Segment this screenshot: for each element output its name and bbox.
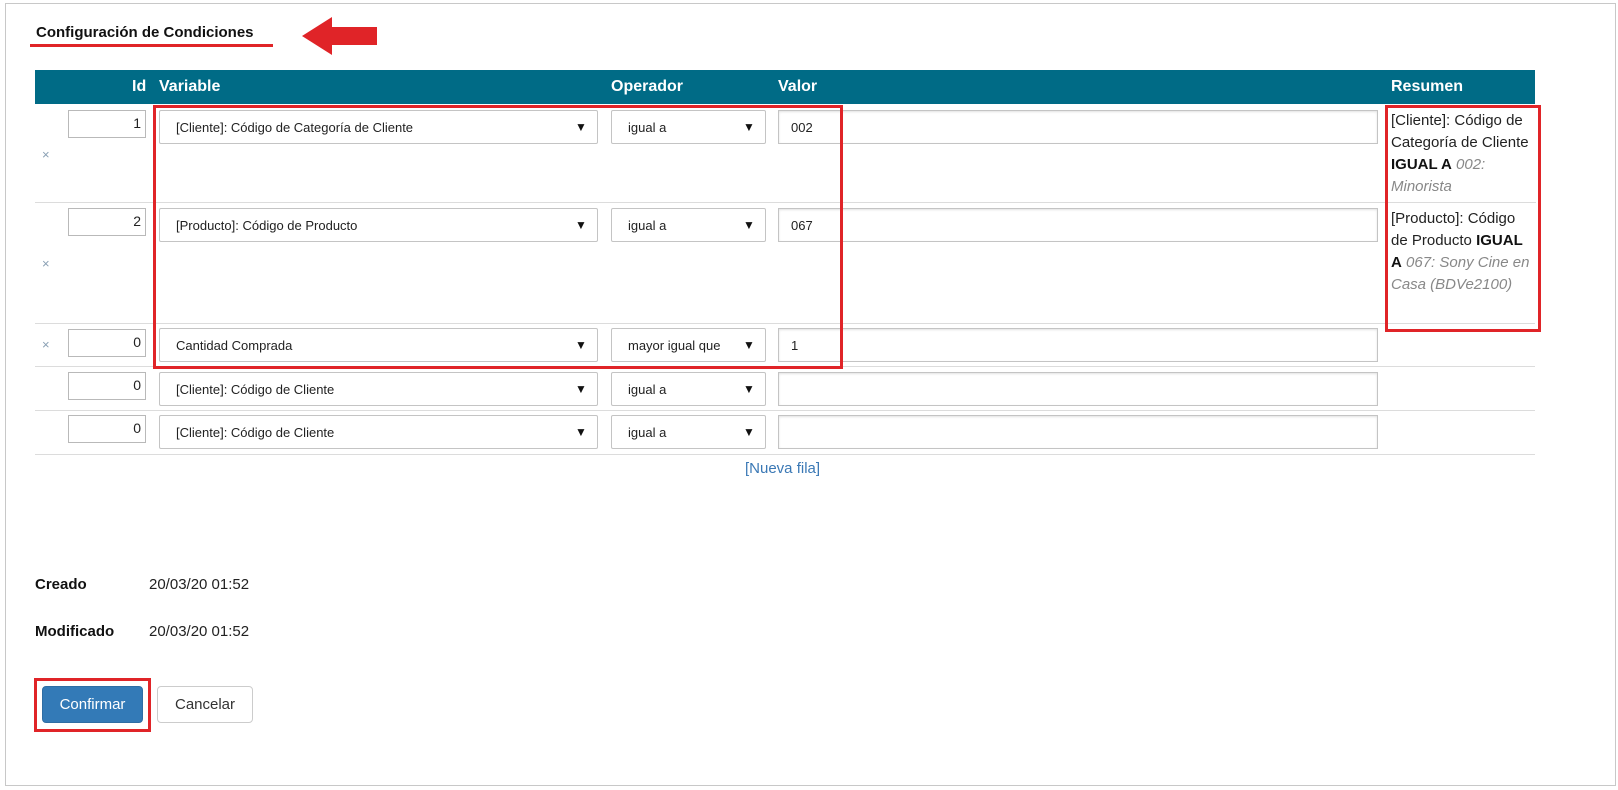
value-input[interactable] — [778, 208, 1378, 242]
created-label: Creado — [35, 576, 87, 593]
confirm-button[interactable]: Confirmar — [42, 686, 143, 723]
operator-select-value: mayor igual que — [628, 337, 721, 353]
summary-cell: [Producto]: Código de Producto IGUAL A 0… — [1391, 208, 1533, 296]
operator-select-value: igual a — [628, 119, 667, 135]
id-input[interactable] — [68, 110, 146, 138]
operator-select[interactable]: mayor igual que ▼ — [611, 328, 766, 362]
value-input[interactable] — [778, 110, 1378, 144]
header-value: Valor — [778, 78, 818, 95]
operator-select-value: igual a — [628, 381, 667, 397]
caret-down-icon: ▼ — [575, 218, 587, 232]
caret-down-icon: ▼ — [575, 338, 587, 352]
title-underline-annotation — [30, 44, 273, 47]
caret-down-icon: ▼ — [575, 120, 587, 134]
value-input[interactable] — [778, 415, 1378, 449]
id-input[interactable] — [68, 372, 146, 400]
caret-down-icon: ▼ — [575, 382, 587, 396]
variable-select-value: [Cliente]: Código de Categoría de Client… — [176, 119, 414, 135]
cancel-button[interactable]: Cancelar — [157, 686, 253, 723]
value-input[interactable] — [778, 328, 1378, 362]
operator-select-value: igual a — [628, 424, 667, 440]
variable-select[interactable]: [Producto]: Código de Producto ▼ — [159, 208, 598, 242]
header-id: Id — [132, 78, 147, 95]
operator-select[interactable]: igual a ▼ — [611, 208, 766, 242]
page-title: Configuración de Condiciones — [36, 24, 254, 41]
variable-select-value: [Cliente]: Código de Cliente — [176, 381, 335, 397]
variable-select[interactable]: [Cliente]: Código de Categoría de Client… — [159, 110, 598, 144]
caret-down-icon: ▼ — [743, 218, 755, 232]
operator-select[interactable]: igual a ▼ — [611, 415, 766, 449]
close-icon[interactable]: × — [42, 256, 50, 271]
variable-select-value: [Producto]: Código de Producto — [176, 217, 358, 233]
operator-select[interactable]: igual a ▼ — [611, 110, 766, 144]
modified-value: 20/03/20 01:52 — [149, 623, 250, 640]
summary-detail: 067: Sony Cine en Casa (BDVe2100) — [1391, 254, 1530, 293]
row-divider — [35, 323, 1535, 324]
variable-select[interactable]: Cantidad Comprada ▼ — [159, 328, 598, 362]
variable-select-value: Cantidad Comprada — [176, 337, 293, 353]
id-input[interactable] — [68, 329, 146, 357]
caret-down-icon: ▼ — [743, 338, 755, 352]
modified-label: Modificado — [35, 623, 115, 640]
value-input[interactable] — [778, 372, 1378, 406]
header-operator: Operador — [611, 78, 684, 95]
created-value: 20/03/20 01:52 — [149, 576, 250, 593]
row-divider — [35, 410, 1535, 411]
summary-text: [Cliente]: Código de Categoría de Client… — [1391, 112, 1529, 151]
new-row-link[interactable]: [Nueva fila] — [745, 460, 820, 477]
caret-down-icon: ▼ — [575, 425, 587, 439]
summary-cell: [Cliente]: Código de Categoría de Client… — [1391, 110, 1533, 198]
row-divider — [35, 454, 1535, 455]
caret-down-icon: ▼ — [743, 382, 755, 396]
arrow-left-icon — [302, 17, 377, 55]
close-icon[interactable]: × — [42, 337, 50, 352]
variable-select[interactable]: [Cliente]: Código de Cliente ▼ — [159, 372, 598, 406]
table-header: Id Variable Operador Valor Resumen — [35, 70, 1535, 104]
operator-select[interactable]: igual a ▼ — [611, 372, 766, 406]
summary-divider — [1388, 202, 1536, 203]
header-variable: Variable — [159, 78, 221, 95]
close-icon[interactable]: × — [42, 147, 50, 162]
row-divider — [35, 202, 1388, 203]
id-input[interactable] — [68, 208, 146, 236]
caret-down-icon: ▼ — [743, 120, 755, 134]
variable-select-value: [Cliente]: Código de Cliente — [176, 424, 335, 440]
operator-select-value: igual a — [628, 217, 667, 233]
variable-select[interactable]: [Cliente]: Código de Cliente ▼ — [159, 415, 598, 449]
summary-operator: IGUAL A — [1391, 156, 1452, 173]
header-summary: Resumen — [1391, 78, 1464, 95]
caret-down-icon: ▼ — [743, 425, 755, 439]
id-input[interactable] — [68, 415, 146, 443]
row-divider — [35, 366, 1535, 367]
